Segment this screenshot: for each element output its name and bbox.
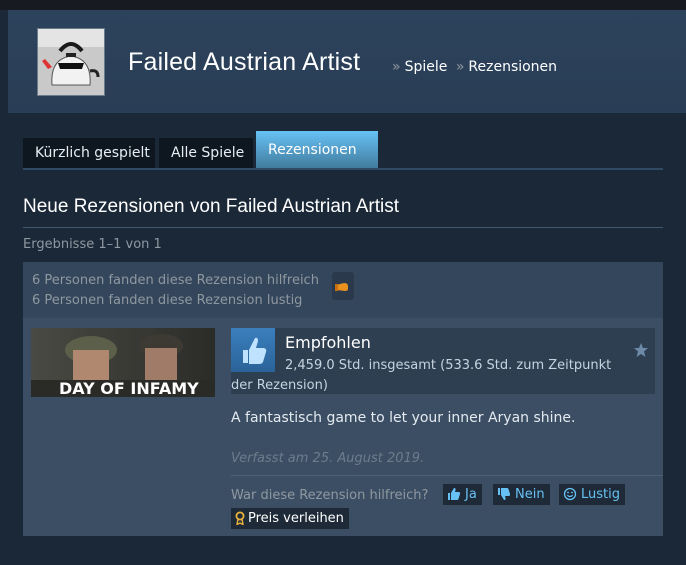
breadcrumb-games[interactable]: Spiele: [405, 59, 448, 75]
profile-header: Failed Austrian Artist » Spiele » Rezensio…: [8, 10, 686, 113]
vote-yes-label: Ja: [465, 487, 477, 502]
vote-yes-button[interactable]: Ja: [443, 484, 482, 505]
award-button-label: Preis verleihen: [248, 511, 344, 526]
tab-reviews[interactable]: Rezensionen: [256, 131, 378, 169]
funny-count: 6 Personen fanden diese Rezension lustig: [32, 293, 303, 308]
thumbs-up-icon: [231, 328, 275, 372]
profile-name[interactable]: Failed Austrian Artist: [128, 48, 360, 77]
tab-underline: [23, 168, 663, 170]
review-divider: [231, 475, 663, 476]
review-content: A fantastisch game to let your inner Ary…: [231, 410, 576, 426]
recommendation-title[interactable]: Empfohlen: [285, 333, 371, 352]
tab-recently-played[interactable]: Kürzlich gespielt: [23, 138, 155, 169]
breadcrumb-reviews[interactable]: Rezensionen: [468, 59, 557, 75]
top-bar: [0, 0, 686, 10]
review-card: 6 Personen fanden diese Rezension hilfre…: [23, 262, 663, 536]
results-count: Ergebnisse 1–1 von 1: [23, 237, 162, 252]
game-capsule-image[interactable]: DAY OF INFAMY: [31, 328, 215, 397]
game-art-title: DAY OF INFAMY: [59, 379, 199, 397]
breadcrumb-separator: »: [392, 59, 401, 75]
award-button[interactable]: Preis verleihen: [231, 508, 349, 529]
breadcrumb-separator: »: [455, 59, 465, 75]
star-icon[interactable]: [633, 342, 649, 362]
vote-no-button[interactable]: Nein: [493, 484, 550, 505]
title-divider: [23, 227, 663, 228]
hours-played-continued: der Rezension): [231, 378, 328, 393]
thumbs-up-icon: [447, 487, 461, 508]
award-hand-icon[interactable]: [332, 272, 354, 300]
review-stats: 6 Personen fanden diese Rezension hilfre…: [23, 262, 663, 318]
helpful-count: 6 Personen fanden diese Rezension hilfre…: [32, 273, 319, 288]
helpful-question: War diese Rezension hilfreich?: [231, 488, 429, 503]
avatar[interactable]: [37, 28, 105, 96]
thumbs-down-icon: [497, 487, 511, 508]
vote-funny-label: Lustig: [581, 487, 620, 502]
posted-date: Verfasst am 25. August 2019.: [231, 451, 425, 466]
page-title: Neue Rezensionen von Failed Austrian Art…: [23, 196, 399, 217]
breadcrumb: » Spiele » Rezensionen: [388, 59, 557, 75]
tab-all-games[interactable]: Alle Spiele: [159, 138, 253, 169]
kettle-avatar-icon: [38, 29, 104, 95]
smiley-icon: [563, 487, 577, 508]
hours-played: 2,459.0 Std. insgesamt (533.6 Std. zum Z…: [285, 358, 612, 373]
recommendation-header: Empfohlen 2,459.0 Std. insgesamt (533.6 …: [231, 328, 655, 394]
vote-funny-button[interactable]: Lustig: [559, 484, 625, 505]
vote-no-label: Nein: [515, 487, 545, 502]
ribbon-icon: [234, 511, 246, 532]
